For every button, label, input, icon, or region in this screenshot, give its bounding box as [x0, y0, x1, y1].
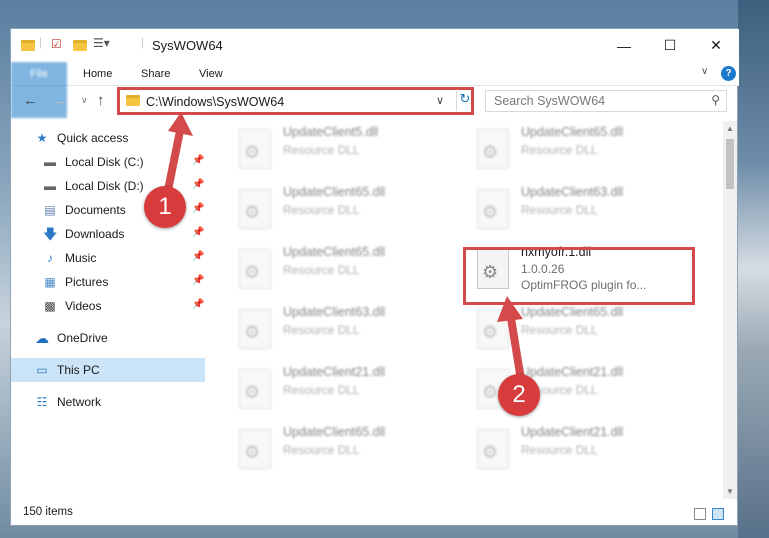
arrow-2-head [497, 296, 523, 322]
annotation-marker-1: 1 [144, 186, 186, 228]
annotation-marker-2: 2 [498, 374, 540, 416]
arrow-1-head [168, 112, 193, 136]
annotation-arrows [162, 112, 525, 384]
arrow-2-shaft [506, 308, 525, 384]
